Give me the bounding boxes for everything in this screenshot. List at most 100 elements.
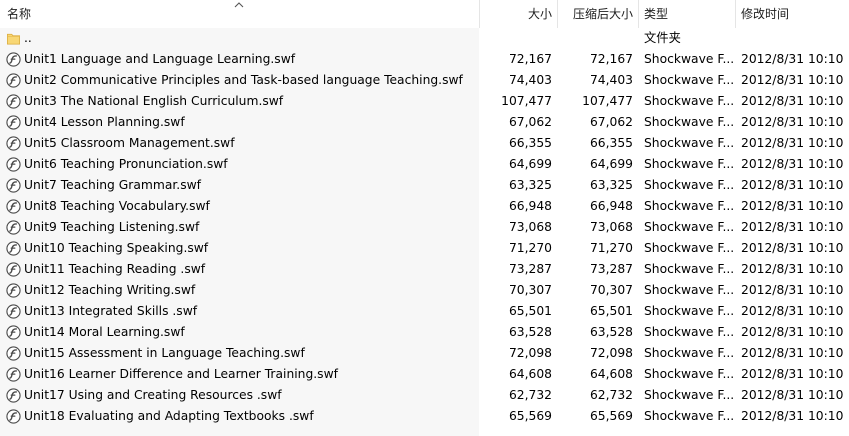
column-header-name[interactable]: 名称 (7, 0, 31, 28)
file-modified: 2012/8/31 10:10 (741, 199, 844, 213)
file-row[interactable]: Unit14 Moral Learning.swf 63,528 63,528 Sho… (0, 322, 849, 343)
file-row[interactable]: Unit11 Teaching Reading .swf 73,287 73,287… (0, 259, 849, 280)
shockwave-flash-icon (6, 157, 21, 172)
file-name: Unit7 Teaching Grammar.swf (24, 178, 202, 192)
file-size: 66,355 (508, 136, 552, 150)
file-name: Unit3 The National English Curriculum.sw… (24, 94, 284, 108)
file-name: Unit18 Evaluating and Adapting Textbooks… (24, 409, 314, 423)
file-row[interactable]: Unit8 Teaching Vocabulary.swf 66,948 66,94… (0, 196, 849, 217)
file-row[interactable]: Unit13 Integrated Skills .swf 65,501 65,50… (0, 301, 849, 322)
file-name: Unit5 Classroom Management.swf (24, 136, 235, 150)
file-row[interactable]: Unit1 Language and Language Learning.swf… (0, 49, 849, 70)
file-name: Unit4 Lesson Planning.swf (24, 115, 185, 129)
file-packed-size: 62,732 (589, 388, 633, 402)
file-row[interactable]: Unit7 Teaching Grammar.swf 63,325 63,325 Sh… (0, 175, 849, 196)
shockwave-flash-icon (6, 262, 21, 277)
shockwave-flash-icon (6, 136, 21, 151)
archive-file-list: 名称 大小 压缩后大小 类型 修改时间 .. 文件夹 Unit1 Languag… (0, 0, 849, 436)
file-packed-size: 64,699 (589, 157, 633, 171)
file-row[interactable]: Unit16 Learner Difference and Learner Tr… (0, 364, 849, 385)
file-row[interactable]: Unit18 Evaluating and Adapting Textbooks… (0, 406, 849, 427)
shockwave-flash-icon (6, 52, 21, 67)
column-header-modified[interactable]: 修改时间 (741, 0, 789, 28)
file-modified: 2012/8/31 10:10 (741, 241, 844, 255)
file-name: Unit13 Integrated Skills .swf (24, 304, 198, 318)
file-type: Shockwave F... (644, 241, 734, 255)
shockwave-flash-icon (6, 241, 21, 256)
file-size: 73,287 (508, 262, 552, 276)
file-packed-size: 67,062 (589, 115, 633, 129)
file-modified: 2012/8/31 10:10 (741, 178, 844, 192)
file-modified: 2012/8/31 10:10 (741, 346, 844, 360)
file-name: Unit16 Learner Difference and Learner Tr… (24, 367, 338, 381)
file-type: Shockwave F... (644, 325, 734, 339)
column-header-type[interactable]: 类型 (644, 0, 668, 28)
file-modified: 2012/8/31 10:10 (741, 94, 844, 108)
file-packed-size: 107,477 (582, 94, 633, 108)
file-packed-size: 65,569 (589, 409, 633, 423)
parent-folder-row[interactable]: .. 文件夹 (0, 28, 849, 49)
file-packed-size: 66,948 (589, 199, 633, 213)
shockwave-flash-icon (6, 388, 21, 403)
file-row[interactable]: Unit2 Communicative Principles and Task-… (0, 70, 849, 91)
file-packed-size: 65,501 (589, 304, 633, 318)
file-name: Unit6 Teaching Pronunciation.swf (24, 157, 228, 171)
column-header-bar: 名称 大小 压缩后大小 类型 修改时间 (0, 0, 849, 28)
file-size: 62,732 (508, 388, 552, 402)
file-row[interactable]: Unit4 Lesson Planning.swf 67,062 67,062 Sho… (0, 112, 849, 133)
column-separator[interactable] (735, 0, 736, 28)
shockwave-flash-icon (6, 220, 21, 235)
file-size: 63,528 (508, 325, 552, 339)
file-packed-size: 66,355 (589, 136, 633, 150)
file-row[interactable]: Unit17 Using and Creating Resources .swf… (0, 385, 849, 406)
file-size: 65,501 (508, 304, 552, 318)
file-type: Shockwave F... (644, 178, 734, 192)
file-type: Shockwave F... (644, 73, 734, 87)
file-row[interactable]: Unit12 Teaching Writing.swf 70,307 70,307 S… (0, 280, 849, 301)
column-header-size[interactable]: 大小 (480, 0, 552, 28)
file-modified: 2012/8/31 10:10 (741, 220, 844, 234)
file-name: Unit14 Moral Learning.swf (24, 325, 185, 339)
file-row[interactable]: Unit3 The National English Curriculum.sw… (0, 91, 849, 112)
sort-ascending-arrow-icon (234, 2, 244, 8)
file-name: Unit11 Teaching Reading .swf (24, 262, 206, 276)
file-packed-size: 63,528 (589, 325, 633, 339)
file-type: Shockwave F... (644, 157, 734, 171)
file-size: 64,699 (508, 157, 552, 171)
file-type: Shockwave F... (644, 94, 734, 108)
file-row[interactable]: Unit10 Teaching Speaking.swf 71,270 71,270… (0, 238, 849, 259)
file-packed-size: 73,287 (589, 262, 633, 276)
file-size: 65,569 (508, 409, 552, 423)
file-type: Shockwave F... (644, 388, 734, 402)
file-name: Unit17 Using and Creating Resources .swf (24, 388, 282, 402)
file-size: 63,325 (508, 178, 552, 192)
file-size: 73,068 (508, 220, 552, 234)
folder-icon (7, 33, 20, 45)
file-size: 74,403 (508, 73, 552, 87)
file-size: 72,098 (508, 346, 552, 360)
shockwave-flash-icon (6, 304, 21, 319)
file-row[interactable]: Unit15 Assessment in Language Teaching.s… (0, 343, 849, 364)
file-modified: 2012/8/31 10:10 (741, 409, 844, 423)
file-modified: 2012/8/31 10:10 (741, 52, 844, 66)
file-type: Shockwave F... (644, 304, 734, 318)
file-name: Unit12 Teaching Writing.swf (24, 283, 196, 297)
file-modified: 2012/8/31 10:10 (741, 367, 844, 381)
shockwave-flash-icon (6, 367, 21, 382)
shockwave-flash-icon (6, 346, 21, 361)
file-type: Shockwave F... (644, 52, 734, 66)
file-row[interactable]: Unit5 Classroom Management.swf 66,355 66,3… (0, 133, 849, 154)
file-row[interactable]: Unit6 Teaching Pronunciation.swf 64,699 64… (0, 154, 849, 175)
file-size: 64,608 (508, 367, 552, 381)
column-separator[interactable] (638, 0, 639, 28)
file-name: Unit8 Teaching Vocabulary.swf (24, 199, 210, 213)
column-header-packed-size[interactable]: 压缩后大小 (558, 0, 633, 28)
file-name: Unit15 Assessment in Language Teaching.s… (24, 346, 305, 360)
file-type: Shockwave F... (644, 262, 734, 276)
file-modified: 2012/8/31 10:10 (741, 136, 844, 150)
file-modified: 2012/8/31 10:10 (741, 304, 844, 318)
shockwave-flash-icon (6, 115, 21, 130)
file-row[interactable]: Unit9 Teaching Listening.swf 73,068 73,068… (0, 217, 849, 238)
file-type: Shockwave F... (644, 346, 734, 360)
file-list: .. 文件夹 Unit1 Language and Language Learn… (0, 28, 849, 427)
